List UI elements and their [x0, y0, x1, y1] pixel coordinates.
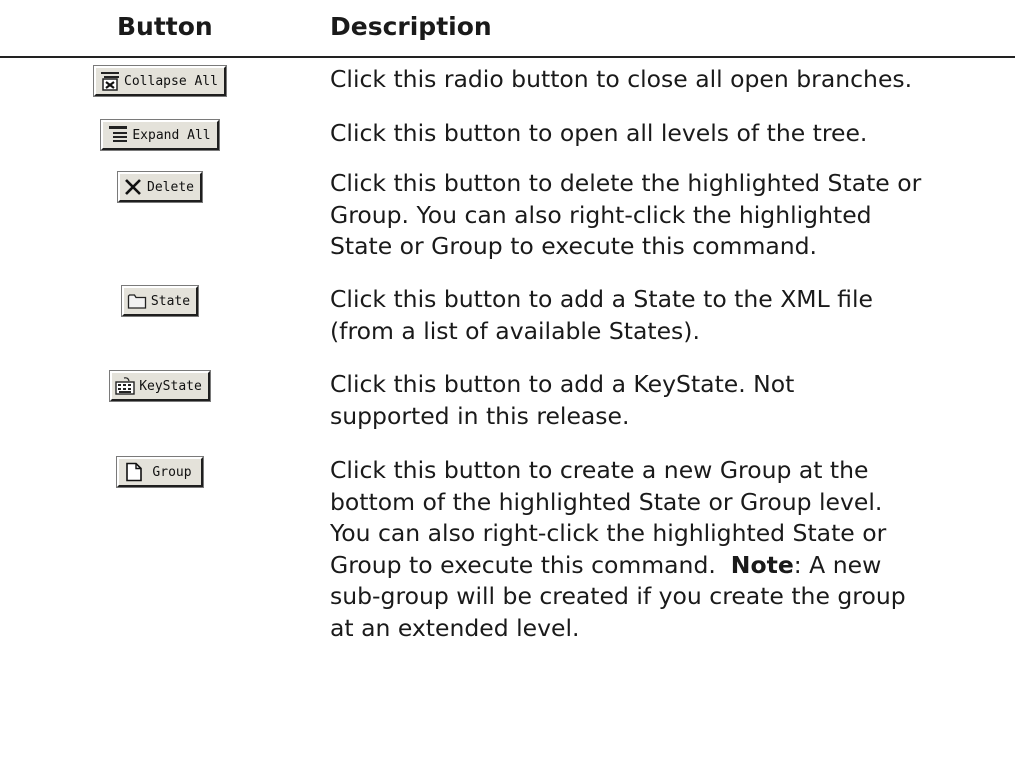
delete-button-label: Delete	[147, 179, 194, 195]
document-icon	[124, 462, 144, 482]
delete-button[interactable]: Delete	[117, 171, 203, 203]
delete-description: Click this button to delete the highligh…	[330, 169, 922, 260]
state-description: Click this button to add a State to the …	[330, 285, 873, 345]
header-divider	[0, 56, 1015, 58]
collapse-all-button-label: Collapse All	[124, 73, 218, 89]
folder-icon	[127, 291, 147, 311]
table-header: Button Description	[0, 0, 1015, 58]
state-button[interactable]: State	[120, 285, 200, 317]
group-button[interactable]: Group	[116, 456, 204, 488]
expand-all-description: Click this button to open all levels of …	[330, 119, 868, 147]
keystate-button[interactable]: KeyState	[109, 370, 211, 402]
note-label: Note	[730, 550, 794, 579]
collapse-all-icon	[100, 71, 120, 91]
collapse-all-button[interactable]: Collapse All	[93, 65, 227, 97]
expand-all-icon	[108, 125, 128, 145]
state-button-label: State	[150, 293, 191, 309]
keyboard-icon	[115, 376, 135, 396]
description-column-header: Description	[330, 12, 492, 41]
keystate-button-label: KeyState	[139, 378, 202, 394]
expand-all-button[interactable]: Expand All	[100, 119, 220, 151]
group-button-label: Group	[152, 464, 192, 480]
expand-all-button-label: Expand All	[132, 127, 211, 143]
keystate-description: Click this button to add a KeyState. Not…	[330, 370, 795, 430]
button-column-header: Button	[117, 12, 213, 41]
button-description-table: Button Description Collapse All Click th…	[0, 0, 1015, 642]
group-description: Click this button to create a new Group …	[330, 456, 906, 642]
delete-x-icon	[123, 177, 143, 197]
collapse-all-description: Click this radio button to close all ope…	[330, 65, 913, 93]
